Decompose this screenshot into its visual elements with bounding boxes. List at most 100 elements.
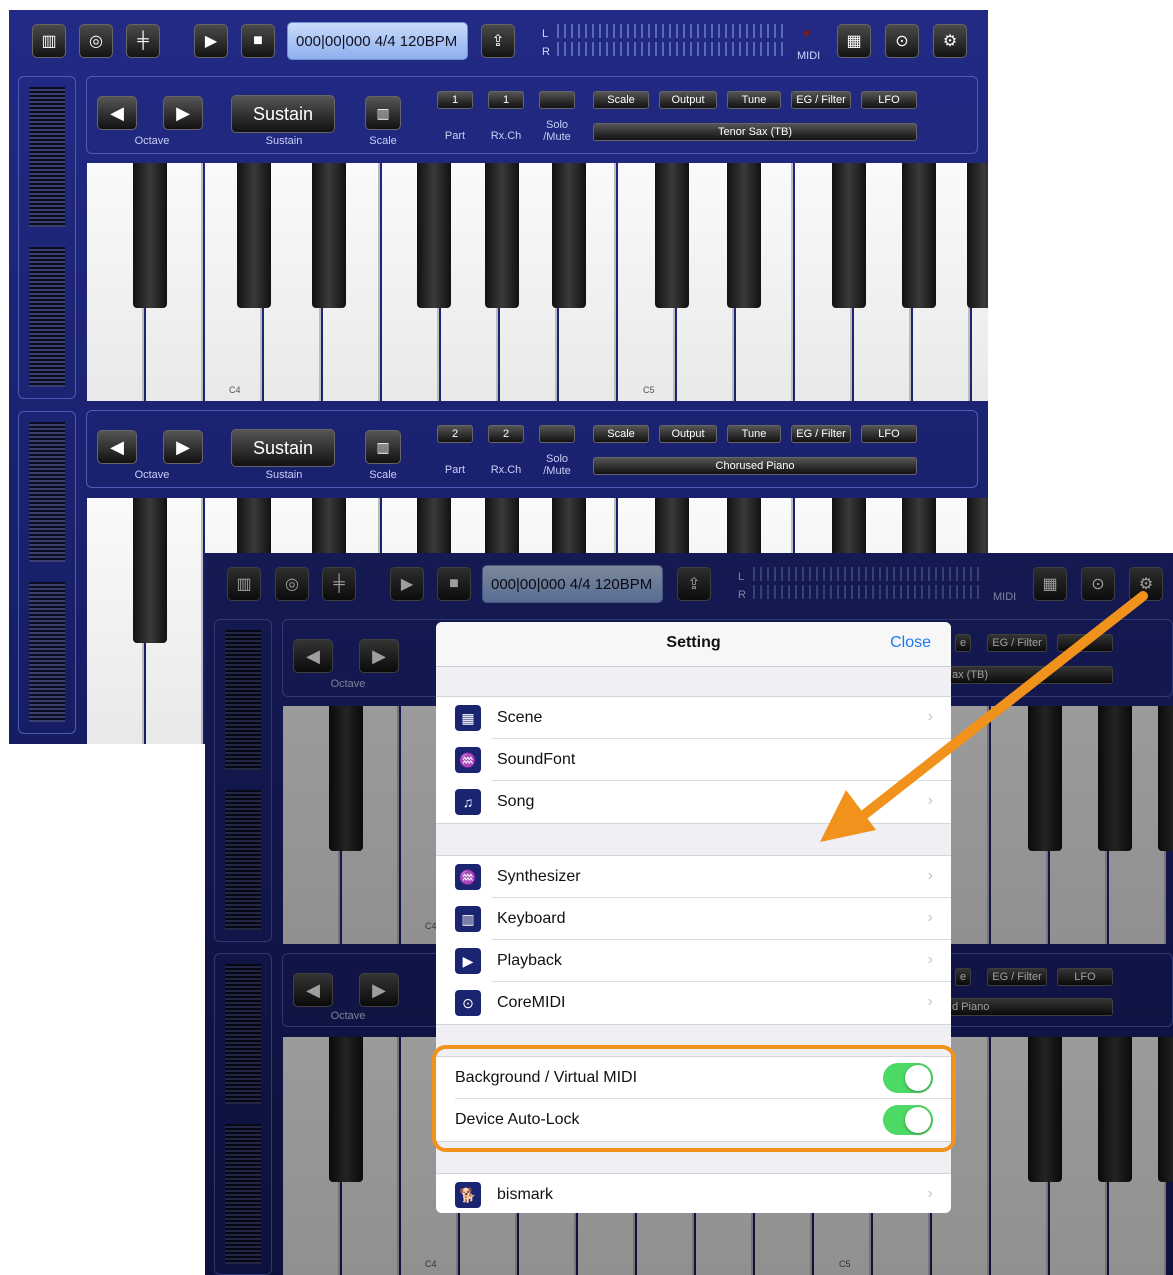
part-number[interactable]: 1 [437,91,473,109]
settings-header: Setting Close [436,622,951,667]
mixer-icon[interactable]: ╪ [126,24,160,58]
row-label: Keyboard [497,910,566,927]
settings-row-keyboard[interactable]: ▥ Keyboard › [436,898,951,940]
settings-row-playback[interactable]: ▶ Playback › [436,940,951,982]
toggle-highlight-box [432,1045,956,1152]
mod-strip[interactable] [29,582,65,722]
level-meter [557,24,787,58]
part-caption: Part [444,130,466,142]
scale-button[interactable]: ▥ [365,430,401,464]
part1-keyboard[interactable]: C4 C5 [87,163,988,401]
chevron-right-icon: › [927,1185,933,1202]
black-key[interactable] [312,163,346,308]
pitch-strip[interactable] [29,422,65,562]
close-button[interactable]: Close [890,634,931,652]
solo-caption: Solo /Mute [543,453,571,477]
chevron-right-icon: › [927,867,933,884]
coremidi-icon: ⊙ [455,990,481,1016]
note-label-c4: C4 [229,385,241,395]
black-key[interactable] [485,163,519,308]
part-caption: Part [444,464,466,476]
pitch-strip[interactable] [29,87,65,227]
instrument-selector[interactable]: Tenor Sax (TB) [593,123,917,141]
solo-caption: Solo /Mute [543,119,571,143]
sustain-caption: Sustain [265,135,303,147]
settings-row-song[interactable]: ♫ Song › [436,781,951,823]
settings-group-2: ♒ Synthesizer › ▥ Keyboard › ▶ Playback … [436,855,951,1025]
row-label: Song [497,793,535,810]
tab-output[interactable]: Output [659,425,717,443]
rx-channel[interactable]: 1 [488,91,524,109]
rxch-caption: Rx.Ch [490,130,522,142]
black-key[interactable] [552,163,586,308]
settings-row-scene[interactable]: ▦ Scene › [436,697,951,739]
black-key[interactable] [655,163,689,308]
sustain-button[interactable]: Sustain [231,429,335,467]
black-key[interactable] [832,163,866,308]
black-key[interactable] [902,163,936,308]
settings-group-footer: 🐕 bismark › [436,1173,951,1213]
sustain-caption: Sustain [265,469,303,481]
gear-icon[interactable]: ⚙ [933,24,967,58]
octave-down-button[interactable]: ◀ [97,96,137,130]
row-label: Synthesizer [497,868,581,885]
meter-left-label: L [542,28,549,40]
tab-tune[interactable]: Tune [727,91,781,109]
transport-display[interactable]: 000|00|000 4/4 120BPM [287,22,468,60]
tab-eg-filter[interactable]: EG / Filter [791,91,851,109]
meter-right-label: R [542,46,550,58]
solo-mute-button[interactable] [539,91,575,109]
tab-eg-filter[interactable]: EG / Filter [791,425,851,443]
solo-mute-button[interactable] [539,425,575,443]
share-icon[interactable]: ⇪ [481,24,515,58]
keyboard-icon[interactable]: ▥ [32,24,66,58]
row-label: SoundFont [497,751,576,768]
instrument-selector[interactable]: Chorused Piano [593,457,917,475]
octave-up-button[interactable]: ▶ [163,96,203,130]
chevron-right-icon: › [927,792,933,809]
mod-strip[interactable] [29,247,65,387]
tab-tune[interactable]: Tune [727,425,781,443]
midi-port-icon[interactable]: ⊙ [885,24,919,58]
settings-row-coremidi[interactable]: ⊙ CoreMIDI › [436,982,951,1024]
part2-panel: ◀ ▶ Octave Sustain Sustain ▥ Scale 2 2 P… [86,410,978,488]
black-key[interactable] [967,163,988,308]
settings-row-bismark[interactable]: 🐕 bismark › [436,1174,951,1213]
synthesizer-icon: ♒ [455,864,481,890]
settings-row-synthesizer[interactable]: ♒ Synthesizer › [436,856,951,898]
dog-icon: 🐕 [455,1182,481,1208]
soundfont-icon: ♒ [455,747,481,773]
midi-indicator [804,30,810,36]
stop-icon[interactable]: ■ [241,24,275,58]
black-key[interactable] [237,163,271,308]
part1-panel: ◀ ▶ Octave Sustain Sustain ▥ Scale 1 1 P… [86,76,978,154]
sustain-button[interactable]: Sustain [231,95,335,133]
rxch-caption: Rx.Ch [490,464,522,476]
scale-button[interactable]: ▥ [365,96,401,130]
part-number[interactable]: 2 [437,425,473,443]
midi-label: MIDI [797,50,821,62]
note-label-c5: C5 [643,385,655,395]
tab-output[interactable]: Output [659,91,717,109]
octave-up-button[interactable]: ▶ [163,430,203,464]
tab-scale[interactable]: Scale [593,91,649,109]
settings-row-soundfont[interactable]: ♒ SoundFont [436,739,951,781]
part2-sidebar[interactable] [18,411,76,734]
tab-scale[interactable]: Scale [593,425,649,443]
part1-sidebar[interactable] [18,76,76,399]
tab-lfo[interactable]: LFO [861,425,917,443]
black-key[interactable] [133,163,167,308]
rx-channel[interactable]: 2 [488,425,524,443]
row-label: CoreMIDI [497,994,566,1011]
knob-icon[interactable]: ◎ [79,24,113,58]
chevron-right-icon: › [927,993,933,1010]
tab-lfo[interactable]: LFO [861,91,917,109]
play-icon[interactable]: ▶ [194,24,228,58]
black-key[interactable] [133,498,167,643]
black-key[interactable] [417,163,451,308]
octave-down-button[interactable]: ◀ [97,430,137,464]
row-label: Playback [497,952,562,969]
scene-grid-icon[interactable]: ▦ [837,24,871,58]
black-key[interactable] [727,163,761,308]
song-icon: ♫ [455,789,481,815]
